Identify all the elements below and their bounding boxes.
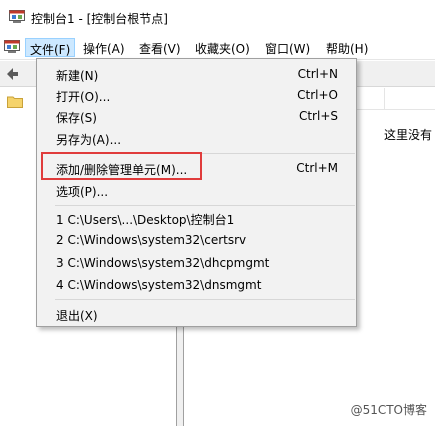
- menu-item-label: 1 C:\Users\...\Desktop\控制台1: [56, 213, 235, 227]
- folder-icon: [7, 96, 23, 108]
- file-menu-dropdown: 新建(N) Ctrl+N 打开(O)... Ctrl+O 保存(S) Ctrl+…: [36, 58, 357, 327]
- menu-view[interactable]: 查看(V): [135, 38, 185, 57]
- menu-item-label: 打开(O)...: [56, 90, 111, 104]
- menu-help[interactable]: 帮助(H): [322, 38, 372, 57]
- menu-item-save[interactable]: 保存(S) Ctrl+S: [37, 106, 356, 127]
- menu-item-new[interactable]: 新建(N) Ctrl+N: [37, 64, 356, 85]
- empty-pane-text: 这里没有: [384, 128, 433, 142]
- menu-item-label: 选项(P)...: [56, 185, 109, 199]
- menu-item-recent-3[interactable]: 3 C:\Windows\system32\dhcpmgmt: [37, 253, 356, 274]
- mmc-console-icon[interactable]: [4, 40, 20, 54]
- menu-item-shortcut: Ctrl+M: [296, 161, 338, 175]
- menu-item-shortcut: Ctrl+N: [297, 67, 338, 81]
- menu-item-recent-1[interactable]: 1 C:\Users\...\Desktop\控制台1: [37, 208, 356, 229]
- menu-item-options[interactable]: 选项(P)...: [37, 180, 356, 201]
- menu-favorites[interactable]: 收藏夹(O): [191, 38, 254, 57]
- menu-item-exit[interactable]: 退出(X): [37, 304, 356, 325]
- annotation-highlight-box: [41, 152, 202, 180]
- menu-item-label: 2 C:\Windows\system32\certsrv: [56, 233, 247, 247]
- title-bar: 控制台1 - [控制台根节点]: [0, 0, 435, 34]
- column-divider[interactable]: [384, 88, 385, 110]
- menu-item-label: 新建(N): [56, 69, 99, 83]
- menu-item-shortcut: Ctrl+O: [297, 88, 338, 102]
- menu-item-label: 3 C:\Windows\system32\dhcpmgmt: [56, 256, 270, 270]
- menu-item-label: 另存为(A)...: [56, 133, 122, 147]
- menu-window[interactable]: 窗口(W): [261, 38, 314, 57]
- menu-bar: 文件(F) 操作(A) 查看(V) 收藏夹(O) 窗口(W) 帮助(H): [0, 34, 435, 60]
- menu-file[interactable]: 文件(F): [25, 38, 76, 57]
- menu-item-label: 退出(X): [56, 309, 98, 323]
- menu-item-shortcut: Ctrl+S: [298, 109, 338, 123]
- menu-separator: [55, 205, 355, 206]
- menu-item-recent-2[interactable]: 2 C:\Windows\system32\certsrv: [37, 230, 356, 251]
- watermark: @51CTO博客: [350, 403, 427, 417]
- back-arrow-icon[interactable]: [4, 66, 20, 82]
- menu-item-label: 保存(S): [56, 111, 97, 125]
- menu-item-save-as[interactable]: 另存为(A)...: [37, 128, 356, 149]
- menu-separator: [55, 299, 355, 300]
- window-title: 控制台1 - [控制台根节点]: [31, 12, 168, 26]
- mmc-console-icon: [9, 10, 25, 23]
- menu-item-open[interactable]: 打开(O)... Ctrl+O: [37, 85, 356, 106]
- menu-action[interactable]: 操作(A): [79, 38, 129, 57]
- menu-item-label: 4 C:\Windows\system32\dnsmgmt: [56, 278, 262, 292]
- menu-item-recent-4[interactable]: 4 C:\Windows\system32\dnsmgmt: [37, 275, 356, 296]
